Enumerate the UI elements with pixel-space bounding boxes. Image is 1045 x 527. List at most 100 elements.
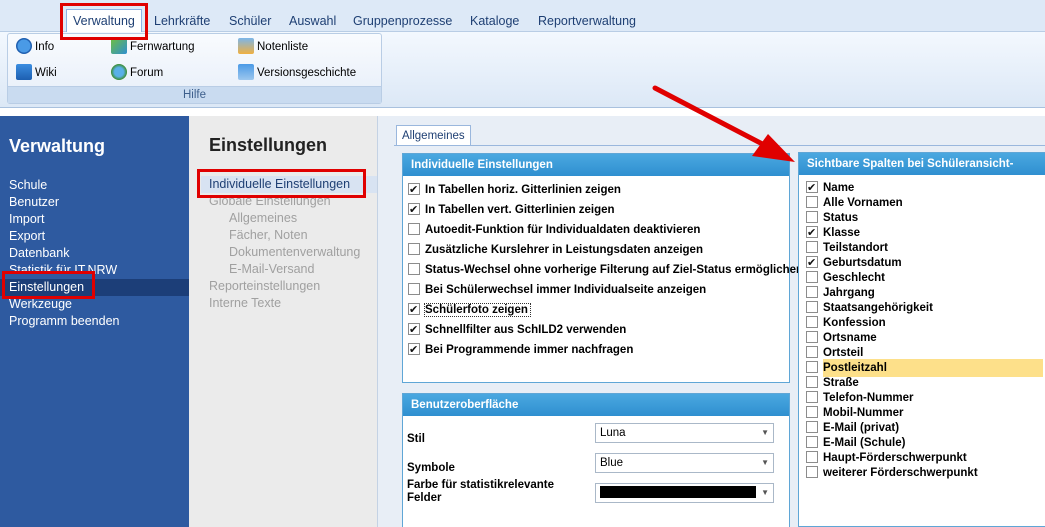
option-row[interactable]: Schülerfoto zeigen bbox=[408, 301, 531, 319]
checkbox-checked[interactable] bbox=[408, 341, 420, 359]
checkbox-unchecked[interactable] bbox=[806, 196, 818, 208]
submenu-item-interne-texte[interactable]: Interne Texte bbox=[209, 295, 281, 312]
panel-individuelle-einstellungen: Individuelle Einstellungen In Tabellen h… bbox=[402, 153, 803, 383]
nav-item-einstellungen[interactable]: Einstellungen bbox=[0, 279, 189, 296]
option-row[interactable]: Status-Wechsel ohne vorherige Filterung … bbox=[408, 261, 803, 279]
label-farbe: Farbe für statistikrelevante Felder bbox=[407, 479, 555, 504]
ribbon-tab-auswahl[interactable]: Auswahl bbox=[289, 10, 336, 32]
checkbox-unchecked[interactable] bbox=[806, 436, 818, 448]
nav-item-datenbank[interactable]: Datenbank bbox=[0, 245, 189, 262]
option-row[interactable]: Bei Programmende immer nachfragen bbox=[408, 341, 633, 359]
dropdown-arrow-icon: ▼ bbox=[761, 428, 769, 437]
nav-item-schule[interactable]: Schule bbox=[0, 177, 189, 194]
ribbon-button-wiki[interactable]: Wiki bbox=[16, 64, 57, 82]
tab-allgemeines[interactable]: Allgemeines bbox=[396, 125, 471, 145]
submenu-item-faecher-noten[interactable]: Fächer, Noten bbox=[229, 227, 308, 244]
submenu-title: Einstellungen bbox=[209, 135, 328, 155]
column-row[interactable]: weiterer Förderschwerpunkt bbox=[806, 464, 978, 482]
ribbon-tab-kataloge[interactable]: Kataloge bbox=[470, 10, 519, 32]
checkbox-unchecked[interactable] bbox=[806, 451, 818, 463]
submenu-item-individuelle[interactable]: Individuelle Einstellungen bbox=[201, 176, 377, 193]
color-swatch bbox=[600, 486, 756, 498]
option-label: Schnellfilter aus SchILD2 verwenden bbox=[425, 324, 627, 336]
column-label: Ortsteil bbox=[823, 347, 864, 359]
ribbon-button-versionsgeschichte[interactable]: Versionsgeschichte bbox=[238, 64, 356, 82]
nav-item-programm-beenden[interactable]: Programm beenden bbox=[0, 313, 189, 330]
option-row[interactable]: Zusätzliche Kurslehrer in Leistungsdaten… bbox=[408, 241, 703, 259]
column-label: Jahrgang bbox=[823, 287, 875, 299]
checkbox-unchecked[interactable] bbox=[806, 376, 818, 388]
option-label: Status-Wechsel ohne vorherige Filterung … bbox=[425, 264, 804, 276]
combo-symbole-value: Blue bbox=[600, 457, 624, 469]
nav-title: Verwaltung bbox=[9, 136, 106, 156]
left-navigation: Verwaltung Schule Benutzer Import Export… bbox=[0, 116, 189, 527]
column-label: weiterer Förderschwerpunkt bbox=[823, 467, 978, 479]
checkbox-checked[interactable] bbox=[806, 254, 818, 272]
option-row[interactable]: In Tabellen horiz. Gitterlinien zeigen bbox=[408, 181, 621, 199]
nav-item-benutzer[interactable]: Benutzer bbox=[0, 194, 189, 211]
nav-item-import[interactable]: Import bbox=[0, 211, 189, 228]
submenu-item-dokumentenverwaltung[interactable]: Dokumentenverwaltung bbox=[229, 244, 360, 261]
ribbon-button-forum[interactable]: Forum bbox=[111, 64, 163, 82]
ribbon: Info Fernwartung Notenliste Wiki Forum V… bbox=[0, 32, 1045, 108]
combo-symbole[interactable]: Blue ▼ bbox=[595, 453, 774, 473]
tab-divider bbox=[394, 145, 1045, 146]
nav-item-export[interactable]: Export bbox=[0, 228, 189, 245]
checkbox-unchecked[interactable] bbox=[806, 406, 818, 418]
checkbox-unchecked[interactable] bbox=[806, 286, 818, 298]
ribbon-group-hilfe: Info Fernwartung Notenliste Wiki Forum V… bbox=[7, 33, 382, 104]
column-label: Telefon-Nummer bbox=[823, 392, 914, 404]
checkbox-unchecked[interactable] bbox=[408, 283, 420, 295]
ribbon-tab-reportverwaltung[interactable]: Reportverwaltung bbox=[538, 10, 636, 32]
checkbox-unchecked[interactable] bbox=[806, 361, 818, 373]
checkbox-unchecked[interactable] bbox=[806, 301, 818, 313]
column-label: Alle Vornamen bbox=[823, 197, 903, 209]
option-row[interactable]: In Tabellen vert. Gitterlinien zeigen bbox=[408, 201, 615, 219]
checkbox-checked[interactable] bbox=[806, 224, 818, 242]
checkbox-checked[interactable] bbox=[408, 181, 420, 199]
checkbox-unchecked[interactable] bbox=[806, 316, 818, 328]
column-label: Haupt-Förderschwerpunkt bbox=[823, 452, 967, 464]
ribbon-tab-verwaltung[interactable]: Verwaltung bbox=[66, 9, 142, 33]
checkbox-unchecked[interactable] bbox=[806, 271, 818, 283]
submenu-item-email-versand[interactable]: E-Mail-Versand bbox=[229, 261, 314, 278]
combo-stil[interactable]: Luna ▼ bbox=[595, 423, 774, 443]
option-label: In Tabellen vert. Gitterlinien zeigen bbox=[425, 204, 615, 216]
submenu-item-allgemeines[interactable]: Allgemeines bbox=[229, 210, 297, 227]
option-label: Bei Schülerwechsel immer Individualseite… bbox=[425, 284, 707, 296]
option-row[interactable]: Schnellfilter aus SchILD2 verwenden bbox=[408, 321, 626, 339]
option-row[interactable]: Autoedit-Funktion für Individualdaten de… bbox=[408, 221, 700, 239]
checkbox-unchecked[interactable] bbox=[408, 263, 420, 275]
option-label: In Tabellen horiz. Gitterlinien zeigen bbox=[425, 184, 621, 196]
nav-item-werkzeuge[interactable]: Werkzeuge bbox=[0, 296, 189, 313]
checkbox-unchecked[interactable] bbox=[806, 466, 818, 478]
combo-farbe[interactable]: ▼ bbox=[595, 483, 774, 503]
combo-stil-value: Luna bbox=[600, 427, 626, 439]
checkbox-unchecked[interactable] bbox=[806, 391, 818, 403]
submenu-item-globale[interactable]: Globale Einstellungen bbox=[209, 193, 331, 210]
column-label: Staatsangehörigkeit bbox=[823, 302, 933, 314]
checkbox-unchecked[interactable] bbox=[806, 241, 818, 253]
checkbox-checked[interactable] bbox=[408, 201, 420, 219]
submenu-item-reporteinstellungen[interactable]: Reporteinstellungen bbox=[209, 278, 320, 295]
ribbon-tab-schueler[interactable]: Schüler bbox=[229, 10, 271, 32]
checkbox-unchecked[interactable] bbox=[806, 331, 818, 343]
checkbox-unchecked[interactable] bbox=[806, 421, 818, 433]
checkbox-unchecked[interactable] bbox=[408, 223, 420, 235]
ribbon-button-notenliste[interactable]: Notenliste bbox=[238, 38, 308, 56]
ribbon-button-fernwartung[interactable]: Fernwartung bbox=[111, 38, 195, 56]
column-label: E-Mail (Schule) bbox=[823, 437, 906, 449]
checkbox-unchecked[interactable] bbox=[806, 211, 818, 223]
checkbox-unchecked[interactable] bbox=[408, 243, 420, 255]
ribbon-tab-lehrkraefte[interactable]: Lehrkräfte bbox=[154, 10, 210, 32]
ribbon-button-info[interactable]: Info bbox=[16, 38, 54, 56]
ribbon-tab-gruppenprozesse[interactable]: Gruppenprozesse bbox=[353, 10, 452, 32]
grade-list-icon bbox=[238, 38, 254, 54]
checkbox-checked[interactable] bbox=[408, 301, 420, 319]
option-row[interactable]: Bei Schülerwechsel immer Individualseite… bbox=[408, 281, 706, 299]
checkbox-checked[interactable] bbox=[408, 321, 420, 339]
checkbox-checked[interactable] bbox=[806, 179, 818, 197]
nav-item-statistik[interactable]: Statistik für IT.NRW bbox=[0, 262, 189, 279]
column-label: Geschlecht bbox=[823, 272, 885, 284]
checkbox-unchecked[interactable] bbox=[806, 346, 818, 358]
